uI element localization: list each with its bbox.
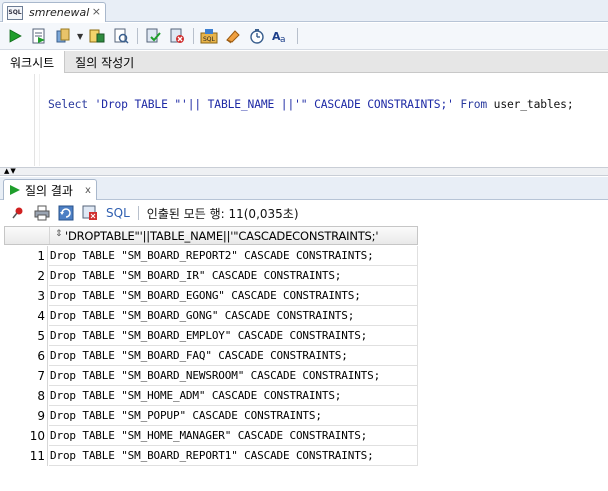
result-tab-label: 질의 결과 (25, 183, 73, 198)
row-number[interactable]: 5 (4, 326, 48, 346)
row-number[interactable]: 6 (4, 346, 48, 366)
result-toolbar-separator (137, 206, 139, 220)
table-row[interactable]: 9 Drop TABLE "SM_POPUP" CASCADE CONSTRAIN… (4, 406, 418, 426)
table-row[interactable]: 6 Drop TABLE "SM_BOARD_FAQ" CASCADE CONST… (4, 346, 418, 366)
run-result-icon (10, 185, 20, 195)
table-cell[interactable]: Drop TABLE "SM_HOME_ADM" CASCADE CONSTRA… (49, 386, 418, 406)
run-statement-icon[interactable] (5, 26, 25, 46)
worksheet-document-tab[interactable]: SQL smrenewal × (2, 2, 106, 22)
row-number[interactable]: 3 (4, 286, 48, 306)
panel-splitter[interactable]: ▲▼ (0, 167, 608, 176)
table-cell[interactable]: Drop TABLE "SM_BOARD_EGONG" CASCADE CONS… (49, 286, 418, 306)
table-row[interactable]: 8 Drop TABLE "SM_HOME_ADM" CASCADE CONSTR… (4, 386, 418, 406)
clear-icon[interactable] (223, 26, 243, 46)
dropdown-arrow-icon[interactable]: ▼ (77, 32, 83, 41)
tab-query-result[interactable]: 질의 결과 x (3, 179, 97, 200)
cancel-icon[interactable] (167, 26, 187, 46)
row-number[interactable]: 11 (4, 446, 48, 466)
table-cell[interactable]: Drop TABLE "SM_BOARD_IR" CASCADE CONSTRA… (49, 266, 418, 286)
commit-icon[interactable] (53, 26, 73, 46)
table-cell[interactable]: Drop TABLE "SM_POPUP" CASCADE CONSTRAINT… (49, 406, 418, 426)
sql-string-literal: 'Drop TABLE "'|| TABLE_NAME ||'" CASCADE… (87, 98, 461, 111)
row-number[interactable]: 10 (4, 426, 48, 446)
tab-worksheet[interactable]: 워크시트 (0, 51, 66, 73)
autotrace-icon[interactable] (111, 26, 131, 46)
close-result-tab-icon[interactable]: x (85, 185, 91, 196)
grid-corner-cell[interactable] (5, 227, 50, 244)
format-icon[interactable]: Aa (271, 26, 291, 46)
sql-table-name: user_tables; (487, 98, 574, 111)
result-tab-bar: 질의 결과 x (0, 177, 608, 200)
sql-keyword-from: From (460, 98, 488, 111)
sql-editor[interactable]: Select 'Drop TABLE "'|| TABLE_NAME ||'" … (0, 74, 608, 166)
table-row[interactable]: 1 Drop TABLE "SM_BOARD_REPORT2" CASCADE C… (4, 246, 418, 266)
table-cell[interactable]: Drop TABLE "SM_HOME_MANAGER" CASCADE CON… (49, 426, 418, 446)
table-row[interactable]: 11 Drop TABLE "SM_BOARD_REPORT1" CASCADE … (4, 446, 418, 466)
svg-text:a: a (280, 35, 286, 44)
table-cell[interactable]: Drop TABLE "SM_BOARD_GONG" CASCADE CONST… (49, 306, 418, 326)
worksheet-toolbar: ▼ SQL Aa (0, 23, 608, 50)
table-row[interactable]: 4 Drop TABLE "SM_BOARD_GONG" CASCADE CONS… (4, 306, 418, 326)
toolbar-separator (297, 28, 299, 44)
table-cell[interactable]: Drop TABLE "SM_BOARD_EMPLOY" CASCADE CON… (49, 326, 418, 346)
table-row[interactable]: 2 Drop TABLE "SM_BOARD_IR" CASCADE CONSTR… (4, 266, 418, 286)
grid-header[interactable]: ⇕ 'DROPTABLE"'||TABLE_NAME||'"CASCADECON… (4, 226, 418, 245)
run-script-icon[interactable] (29, 26, 49, 46)
svg-text:SQL: SQL (203, 36, 216, 43)
tab-query-builder[interactable]: 질의 작성기 (65, 51, 144, 73)
toolbar-separator (137, 28, 139, 44)
editor-gutter-divider (39, 74, 40, 166)
row-number[interactable]: 4 (4, 306, 48, 326)
print-icon[interactable] (32, 203, 52, 223)
table-cell[interactable]: Drop TABLE "SM_BOARD_REPORT1" CASCADE CO… (49, 446, 418, 466)
worksheet-subtabs: 워크시트 질의 작성기 (0, 51, 608, 73)
refresh-sql-icon[interactable] (56, 203, 76, 223)
cancel-query-icon[interactable] (80, 203, 100, 223)
splitter-arrows-icon[interactable]: ▲▼ (4, 167, 17, 175)
table-row[interactable]: 3 Drop TABLE "SM_BOARD_EGONG" CASCADE CON… (4, 286, 418, 306)
sort-icon[interactable]: ⇕ (55, 229, 63, 239)
sql-keyword-select: Select (48, 98, 88, 111)
result-toolbar: SQL 인출된 모든 행: 11(0,035초) (0, 201, 608, 225)
sql-link[interactable]: SQL (106, 206, 130, 220)
table-cell[interactable]: Drop TABLE "SM_BOARD_NEWSROOM" CASCADE C… (49, 366, 418, 386)
table-row[interactable]: 10 Drop TABLE "SM_HOME_MANAGER" CASCADE C… (4, 426, 418, 446)
table-row[interactable]: 7 Drop TABLE "SM_BOARD_NEWSROOM" CASCADE … (4, 366, 418, 386)
sql-file-icon: SQL (7, 5, 23, 20)
table-cell[interactable]: Drop TABLE "SM_BOARD_REPORT2" CASCADE CO… (49, 246, 418, 266)
history-icon[interactable] (247, 26, 267, 46)
table-cell[interactable]: Drop TABLE "SM_BOARD_FAQ" CASCADE CONSTR… (49, 346, 418, 366)
table-row[interactable]: 5 Drop TABLE "SM_BOARD_EMPLOY" CASCADE CO… (4, 326, 418, 346)
document-tab-bar: SQL smrenewal × (0, 0, 608, 22)
editor-gutter (34, 74, 35, 166)
row-number[interactable]: 8 (4, 386, 48, 406)
pin-icon[interactable] (8, 203, 28, 223)
row-number[interactable]: 7 (4, 366, 48, 386)
row-number[interactable]: 1 (4, 246, 48, 266)
document-tab-title: smrenewal (29, 6, 90, 19)
close-tab-icon[interactable]: × (92, 5, 101, 18)
fetch-status-text: 인출된 모든 행: 11(0,035초) (146, 206, 299, 221)
row-number[interactable]: 9 (4, 406, 48, 426)
rollback-icon[interactable] (143, 26, 163, 46)
row-number[interactable]: 2 (4, 266, 48, 286)
sql-tuning-icon[interactable]: SQL (199, 26, 219, 46)
column-header[interactable]: 'DROPTABLE"'||TABLE_NAME||'"CASCADECONST… (65, 229, 378, 243)
toolbar-separator (193, 28, 195, 44)
sql-statement-line[interactable]: Select 'Drop TABLE "'|| TABLE_NAME ||'" … (48, 98, 574, 111)
explain-plan-icon[interactable] (87, 26, 107, 46)
